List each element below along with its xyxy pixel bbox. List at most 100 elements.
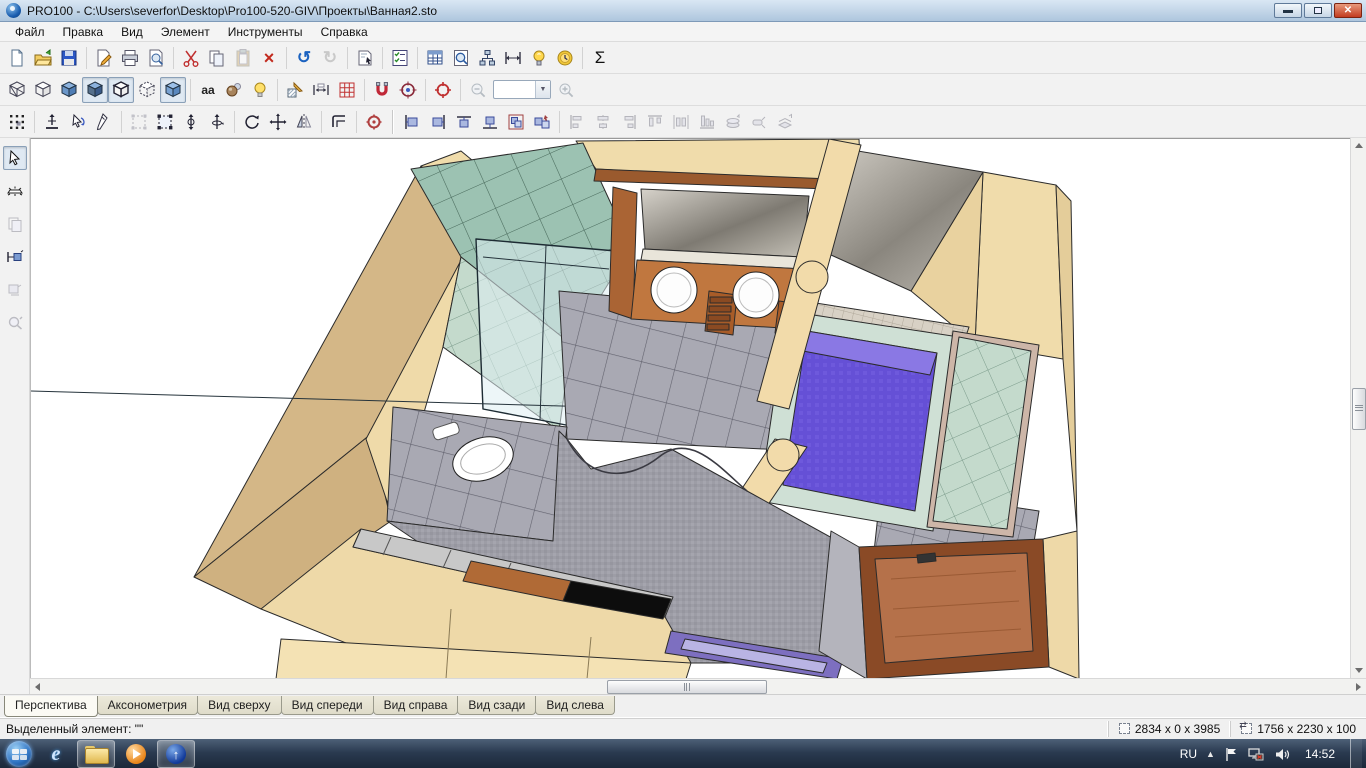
- stack-button[interactable]: [720, 109, 746, 135]
- title-bar[interactable]: PRO100 - C:\Users\severfor\Desktop\Pro10…: [0, 0, 1366, 22]
- new-file-button[interactable]: [4, 45, 30, 71]
- scroll-right-button[interactable]: [1351, 680, 1366, 694]
- paste-button[interactable]: [230, 45, 256, 71]
- tab-axonometry[interactable]: Аксонометрия: [96, 696, 199, 715]
- tab-back-view[interactable]: Вид сзади: [457, 696, 537, 715]
- tab-left-view[interactable]: Вид слева: [535, 696, 615, 715]
- vertical-scrollbar[interactable]: [1350, 138, 1366, 678]
- summary-report-button[interactable]: Σ: [587, 45, 613, 71]
- report-tool-button[interactable]: [3, 278, 27, 302]
- center-view-button[interactable]: [430, 77, 456, 103]
- scroll-up-button[interactable]: [1352, 138, 1366, 153]
- show-labels-button[interactable]: aa: [195, 77, 221, 103]
- view-wireframe-button[interactable]: [4, 77, 30, 103]
- merge-button[interactable]: [746, 109, 772, 135]
- print-button[interactable]: [117, 45, 143, 71]
- redo-button[interactable]: ↻: [317, 45, 343, 71]
- render-quality-button[interactable]: [221, 77, 247, 103]
- tray-expand-button[interactable]: ▲: [1206, 749, 1215, 759]
- mirror-element-button[interactable]: [291, 109, 317, 135]
- draw-tool-button[interactable]: [91, 109, 117, 135]
- vertical-scroll-thumb[interactable]: [1351, 387, 1366, 430]
- taskbar-media-player[interactable]: [117, 740, 155, 768]
- pages-tool-button[interactable]: [3, 212, 27, 236]
- structure-button[interactable]: [474, 45, 500, 71]
- measure-tool-button[interactable]: [3, 245, 27, 269]
- move-element-button[interactable]: [265, 109, 291, 135]
- horizontal-scroll-thumb[interactable]: [606, 679, 767, 694]
- lighting-button[interactable]: [247, 77, 273, 103]
- element-properties-button[interactable]: [352, 45, 378, 71]
- volume-icon[interactable]: [1274, 747, 1290, 762]
- auto-dimension-button[interactable]: [308, 77, 334, 103]
- select-handles-button[interactable]: [152, 109, 178, 135]
- show-desktop-button[interactable]: [1350, 739, 1362, 768]
- distribute-top-button[interactable]: [642, 109, 668, 135]
- distribute-center-button[interactable]: [590, 109, 616, 135]
- 3d-canvas[interactable]: [30, 138, 1351, 680]
- zoom-dropdown-button[interactable]: ▼: [535, 81, 550, 98]
- horizontal-scroll-track[interactable]: [45, 679, 1351, 694]
- pointer-tool-button[interactable]: [2, 146, 27, 170]
- open-button[interactable]: [30, 45, 56, 71]
- cut-button[interactable]: [178, 45, 204, 71]
- view-contours-button[interactable]: [108, 76, 134, 103]
- view-colors-button[interactable]: [56, 77, 82, 103]
- copy-button[interactable]: [204, 45, 230, 71]
- menu-help[interactable]: Справка: [312, 23, 377, 41]
- snap-grid-button[interactable]: [4, 109, 30, 135]
- menu-edit[interactable]: Правка: [54, 23, 113, 41]
- group-button[interactable]: [503, 109, 529, 135]
- network-status-icon[interactable]: [1248, 747, 1265, 762]
- taskbar-clock[interactable]: 14:52: [1299, 747, 1341, 761]
- rotate-element-button[interactable]: [239, 109, 265, 135]
- ungroup-button[interactable]: [529, 109, 555, 135]
- distribute-left-button[interactable]: [564, 109, 590, 135]
- language-indicator[interactable]: RU: [1180, 747, 1197, 761]
- action-center-flag-icon[interactable]: [1224, 747, 1239, 762]
- price-list-button[interactable]: [422, 45, 448, 71]
- select-tool-button[interactable]: [65, 109, 91, 135]
- report-checklist-button[interactable]: [387, 45, 413, 71]
- delete-button[interactable]: ×: [256, 45, 282, 71]
- menu-file[interactable]: Файл: [6, 23, 54, 41]
- zoom-combobox[interactable]: ▼: [493, 80, 551, 99]
- view-textures-button[interactable]: [82, 76, 108, 103]
- menu-view[interactable]: Вид: [112, 23, 152, 41]
- scroll-left-button[interactable]: [30, 680, 45, 694]
- undo-button[interactable]: ↺: [291, 45, 317, 71]
- print-preview-button[interactable]: [143, 45, 169, 71]
- select-area-button[interactable]: [126, 109, 152, 135]
- layers-button[interactable]: [772, 109, 798, 135]
- align-left-button[interactable]: [399, 109, 425, 135]
- spotlight-tool-button[interactable]: [3, 179, 27, 203]
- cost-button[interactable]: [552, 45, 578, 71]
- light-button[interactable]: [526, 45, 552, 71]
- tab-top-view[interactable]: Вид сверху: [197, 696, 282, 715]
- zoom-tool-button[interactable]: [3, 311, 27, 335]
- view-solid-button[interactable]: [160, 76, 186, 103]
- view-dashed-button[interactable]: [134, 77, 160, 103]
- align-top-button[interactable]: [451, 109, 477, 135]
- find-element-button[interactable]: [448, 45, 474, 71]
- taskbar-explorer[interactable]: [77, 740, 115, 768]
- taskbar-internet-explorer[interactable]: e: [37, 740, 75, 768]
- snap-center-button[interactable]: [395, 77, 421, 103]
- save-button[interactable]: [56, 45, 82, 71]
- tab-perspective[interactable]: Перспектива: [4, 696, 98, 717]
- bend-element-button[interactable]: [326, 109, 352, 135]
- align-right-button[interactable]: [425, 109, 451, 135]
- minimize-button[interactable]: ▬: [1274, 3, 1302, 18]
- move-vertical-button[interactable]: [39, 109, 65, 135]
- tab-front-view[interactable]: Вид спереди: [280, 696, 374, 715]
- zoom-in-button[interactable]: [553, 77, 579, 103]
- menu-tools[interactable]: Инструменты: [219, 23, 312, 41]
- menu-element[interactable]: Элемент: [152, 23, 219, 41]
- horizontal-scrollbar[interactable]: [30, 678, 1366, 694]
- zoom-out-button[interactable]: [465, 77, 491, 103]
- dimensions-button[interactable]: [500, 45, 526, 71]
- show-grid-button[interactable]: [334, 77, 360, 103]
- close-button[interactable]: ✕: [1334, 3, 1362, 18]
- distribute-right-button[interactable]: [616, 109, 642, 135]
- distribute-v-button[interactable]: [694, 109, 720, 135]
